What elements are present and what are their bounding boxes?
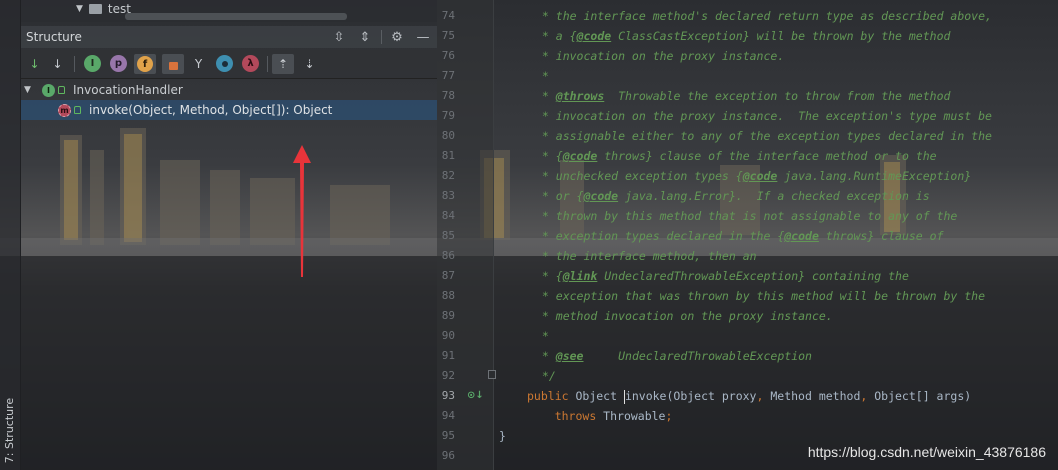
autoscroll-to-source-icon[interactable]: ⇡ (272, 54, 294, 74)
show-properties-icon[interactable]: p (110, 55, 127, 72)
code-line[interactable]: throws Throwable; (527, 406, 673, 426)
line-number: 95 (441, 429, 455, 442)
line-number: 76 (441, 49, 455, 62)
expand-all-icon[interactable]: ⇳ (331, 29, 347, 45)
code-line[interactable]: * thrown by this method that is not assi… (535, 206, 957, 226)
show-non-public-icon[interactable] (162, 54, 184, 74)
line-number: 88 (441, 289, 455, 302)
line-number: 89 (441, 309, 455, 322)
public-visibility-icon (74, 106, 81, 114)
line-number: 80 (441, 129, 455, 142)
collapse-all-icon[interactable]: ⇕ (357, 29, 373, 45)
line-number: 86 (441, 249, 455, 262)
code-line[interactable]: * @throws Throwable the exception to thr… (535, 86, 951, 106)
line-number: 92 (441, 369, 455, 382)
tree-method-row[interactable]: m invoke(Object, Method, Object[]): Obje… (20, 100, 437, 120)
folder-icon (88, 4, 102, 14)
settings-gear-icon[interactable]: ⚙ (389, 29, 405, 45)
code-line[interactable]: * assignable either to any of the except… (535, 126, 992, 146)
project-tree-row: ▼ test (20, 0, 437, 22)
watermark: https://blog.csdn.net/weixin_43876186 (807, 444, 1046, 460)
line-number: 84 (441, 209, 455, 222)
fold-marker-icon[interactable] (488, 370, 496, 379)
tool-window-stripe: 7: Structure (0, 0, 21, 470)
structure-title: Structure (26, 30, 82, 44)
line-number: 83 (441, 189, 455, 202)
code-line[interactable]: * invocation on the proxy instance. (535, 46, 784, 66)
code-line[interactable]: * (535, 66, 549, 86)
code-line[interactable]: * unchecked exception types {@code java.… (535, 166, 971, 186)
collapse-arrow-icon[interactable]: ▼ (24, 85, 36, 95)
code-line[interactable]: * the interface method, then an (535, 246, 757, 266)
line-number: 85 (441, 229, 455, 242)
show-lambda-icon[interactable]: λ (242, 55, 259, 72)
public-visibility-icon (58, 86, 65, 94)
line-number: 74 (441, 9, 455, 22)
tree-root-row[interactable]: ▼ I InvocationHandler (20, 80, 437, 100)
code-line[interactable]: public Object invoke(Object proxy, Metho… (527, 386, 971, 406)
toolbar-separator (74, 56, 75, 72)
show-fields-icon[interactable]: f (134, 54, 156, 74)
structure-stripe-button[interactable]: 7: Structure (1, 397, 19, 463)
expand-arrow-icon[interactable]: ▼ (76, 4, 83, 14)
structure-tool-window: ▼ test Structure ⇳ ⇕ ⚙ — ↓ ↓ I p f Y λ ⇡… (0, 0, 437, 470)
line-number: 93 (441, 389, 455, 402)
line-number: 75 (441, 29, 455, 42)
code-editor[interactable]: 74 75 76 77 78 79 80 81 82 83 84 85 86 87 88 89 90 91 92 93… (437, 0, 1058, 470)
editor-gutter: 74 75 76 77 78 79 80 81 82 83 84 85 86 87 88 89 90 91 92 93… (437, 0, 494, 470)
line-number: 79 (441, 109, 455, 122)
structure-stripe-label: 7: Structure (3, 397, 17, 463)
line-number: 94 (441, 409, 455, 422)
line-number: 82 (441, 169, 455, 182)
show-tree-icon[interactable]: Y (190, 55, 207, 72)
toolbar-separator (267, 56, 268, 72)
code-line[interactable]: * or {@code java.lang.Error}. If a check… (535, 186, 930, 206)
code-line[interactable]: * (535, 326, 549, 346)
interface-icon: I (42, 83, 55, 97)
code-line[interactable]: * invocation on the proxy instance. The … (535, 106, 992, 126)
code-line[interactable]: */ (535, 366, 556, 386)
code-line[interactable]: * {@code throws} clause of the interface… (535, 146, 937, 166)
code-line[interactable]: } (499, 426, 506, 446)
annotation-arrow (293, 145, 311, 277)
structure-toolbar: ↓ ↓ I p f Y λ ⇡ ⇣ (20, 50, 437, 79)
header-separator (381, 30, 382, 44)
horizontal-scrollbar[interactable] (125, 13, 347, 20)
tree-root-label: InvocationHandler (73, 83, 183, 97)
sort-alpha-icon[interactable]: ↓ (49, 55, 66, 72)
line-number: 78 (441, 89, 455, 102)
code-line[interactable]: * @see UndeclaredThrowableException (535, 346, 812, 366)
code-line[interactable]: * the interface method's declared return… (535, 6, 992, 26)
line-number: 87 (441, 269, 455, 282)
code-line[interactable]: * exception that was thrown by this meth… (535, 286, 985, 306)
tree-method-label: invoke(Object, Method, Object[]): Object (89, 103, 333, 117)
implementing-method-icon[interactable]: ⊙↓ (467, 390, 484, 401)
code-line[interactable]: * {@link UndeclaredThrowableException} c… (535, 266, 909, 286)
structure-header: Structure ⇳ ⇕ ⚙ — (20, 26, 437, 48)
line-number: 91 (441, 349, 455, 362)
code-line[interactable]: * method invocation on the proxy instanc… (535, 306, 833, 326)
autoscroll-from-source-icon[interactable]: ⇣ (301, 55, 318, 72)
project-folder-test[interactable]: ▼ test (76, 2, 131, 16)
line-number: 90 (441, 329, 455, 342)
show-anonymous-icon[interactable] (216, 55, 233, 72)
code-line[interactable]: * a {@code ClassCastException} will be t… (535, 26, 951, 46)
code-line[interactable]: * exception types declared in the {@code… (535, 226, 944, 246)
line-number: 81 (441, 149, 455, 162)
show-inherited-icon[interactable]: I (84, 55, 101, 72)
abstract-method-icon: m (58, 103, 71, 117)
sort-visibility-icon[interactable]: ↓ (26, 55, 43, 72)
line-number: 77 (441, 69, 455, 82)
line-number: 96 (441, 449, 455, 462)
